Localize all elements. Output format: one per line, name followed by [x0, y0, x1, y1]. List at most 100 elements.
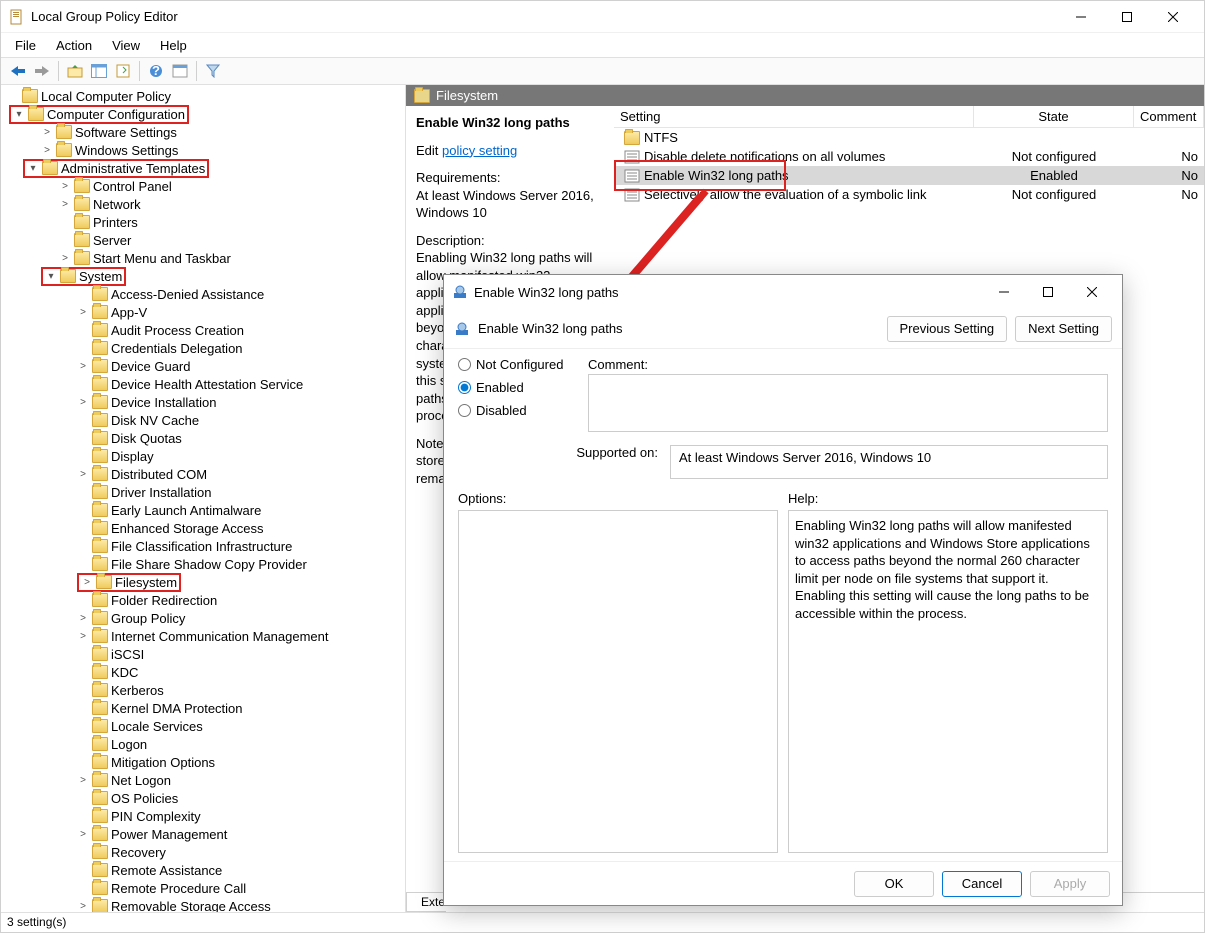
- tree-item-access-denied-assistance[interactable]: Access-Denied Assistance: [1, 285, 405, 303]
- help-label: Help:: [788, 491, 1108, 506]
- tree-item-internet-communication-management[interactable]: >Internet Communication Management: [1, 627, 405, 645]
- tree-item-group-policy[interactable]: >Group Policy: [1, 609, 405, 627]
- policy-tree[interactable]: Local Computer Policy▾Computer Configura…: [1, 85, 406, 912]
- tree-item-mitigation-options[interactable]: Mitigation Options: [1, 753, 405, 771]
- radio-enabled[interactable]: Enabled: [458, 380, 568, 395]
- ok-button[interactable]: OK: [854, 871, 934, 897]
- tree-item-disk-quotas[interactable]: Disk Quotas: [1, 429, 405, 447]
- tree-item-kerberos[interactable]: Kerberos: [1, 681, 405, 699]
- setting-icon: [624, 150, 640, 164]
- tree-item-locale-services[interactable]: Locale Services: [1, 717, 405, 735]
- help-button[interactable]: ?: [145, 60, 167, 82]
- folder-icon: [92, 539, 108, 553]
- cancel-button[interactable]: Cancel: [942, 871, 1022, 897]
- tree-item-start-menu-and-taskbar[interactable]: >Start Menu and Taskbar: [1, 249, 405, 267]
- col-state[interactable]: State: [974, 106, 1134, 127]
- tree-item-distributed-com[interactable]: >Distributed COM: [1, 465, 405, 483]
- properties-button[interactable]: [169, 60, 191, 82]
- tree-item-os-policies[interactable]: OS Policies: [1, 789, 405, 807]
- tree-item-net-logon[interactable]: >Net Logon: [1, 771, 405, 789]
- policy-setting-link[interactable]: policy setting: [442, 143, 517, 158]
- help-box: Enabling Win32 long paths will allow man…: [788, 510, 1108, 853]
- tree-item-control-panel[interactable]: >Control Panel: [1, 177, 405, 195]
- tree-system[interactable]: ▾System: [1, 267, 405, 285]
- radio-not-configured[interactable]: Not Configured: [458, 357, 568, 372]
- tree-item-network[interactable]: >Network: [1, 195, 405, 213]
- up-button[interactable]: [64, 60, 86, 82]
- folder-icon: [92, 593, 108, 607]
- tree-item-iscsi[interactable]: iSCSI: [1, 645, 405, 663]
- tree-software[interactable]: >Software Settings: [1, 123, 405, 141]
- main-window: Local Group Policy Editor File Action Vi…: [0, 0, 1205, 933]
- tree-item-kdc[interactable]: KDC: [1, 663, 405, 681]
- tree-item-removable-storage-access[interactable]: >Removable Storage Access: [1, 897, 405, 912]
- tree-item-device-installation[interactable]: >Device Installation: [1, 393, 405, 411]
- export-button[interactable]: [112, 60, 134, 82]
- col-comment[interactable]: Comment: [1134, 106, 1204, 127]
- show-hide-tree-button[interactable]: [88, 60, 110, 82]
- detail-title: Enable Win32 long paths: [416, 114, 604, 132]
- tree-item-recovery[interactable]: Recovery: [1, 843, 405, 861]
- tree-item-power-management[interactable]: >Power Management: [1, 825, 405, 843]
- list-row[interactable]: Enable Win32 long pathsEnabledNo: [614, 166, 1204, 185]
- radio-disabled[interactable]: Disabled: [458, 403, 568, 418]
- tree-item-remote-procedure-call[interactable]: Remote Procedure Call: [1, 879, 405, 897]
- tree-item-display[interactable]: Display: [1, 447, 405, 465]
- folder-icon: [624, 131, 640, 145]
- tree-item-driver-installation[interactable]: Driver Installation: [1, 483, 405, 501]
- tree-admin-templates[interactable]: ▾Administrative Templates: [1, 159, 405, 177]
- tree-item-audit-process-creation[interactable]: Audit Process Creation: [1, 321, 405, 339]
- path-header-label: Filesystem: [436, 88, 498, 103]
- filter-button[interactable]: [202, 60, 224, 82]
- menu-help[interactable]: Help: [150, 35, 197, 56]
- list-row[interactable]: Selectively allow the evaluation of a sy…: [614, 185, 1204, 204]
- next-setting-button[interactable]: Next Setting: [1015, 316, 1112, 342]
- apply-button[interactable]: Apply: [1030, 871, 1110, 897]
- close-button[interactable]: [1150, 1, 1196, 33]
- tree-item-enhanced-storage-access[interactable]: Enhanced Storage Access: [1, 519, 405, 537]
- tree-item-early-launch-antimalware[interactable]: Early Launch Antimalware: [1, 501, 405, 519]
- forward-button[interactable]: [31, 60, 53, 82]
- tree-item-device-guard[interactable]: >Device Guard: [1, 357, 405, 375]
- menubar: File Action View Help: [1, 33, 1204, 57]
- dialog-minimize[interactable]: [982, 277, 1026, 307]
- tree-item-device-health-attestation-service[interactable]: Device Health Attestation Service: [1, 375, 405, 393]
- folder-icon: [92, 431, 108, 445]
- maximize-button[interactable]: [1104, 1, 1150, 33]
- tree-item-server[interactable]: Server: [1, 231, 405, 249]
- minimize-button[interactable]: [1058, 1, 1104, 33]
- options-label: Options:: [458, 491, 778, 506]
- menu-view[interactable]: View: [102, 35, 150, 56]
- tree-item-credentials-delegation[interactable]: Credentials Delegation: [1, 339, 405, 357]
- comment-textarea[interactable]: [588, 374, 1108, 432]
- menu-action[interactable]: Action: [46, 35, 102, 56]
- tree-item-file-classification-infrastructure[interactable]: File Classification Infrastructure: [1, 537, 405, 555]
- tree-item-kernel-dma-protection[interactable]: Kernel DMA Protection: [1, 699, 405, 717]
- list-row[interactable]: Disable delete notifications on all volu…: [614, 147, 1204, 166]
- tree-item-filesystem[interactable]: >Filesystem: [1, 573, 405, 591]
- folder-icon: [92, 755, 108, 769]
- list-row[interactable]: NTFS: [614, 128, 1204, 147]
- menu-file[interactable]: File: [5, 35, 46, 56]
- col-setting[interactable]: Setting: [614, 106, 974, 127]
- supported-label: Supported on:: [458, 445, 658, 460]
- dialog-close[interactable]: [1070, 277, 1114, 307]
- tree-computer-config[interactable]: ▾Computer Configuration: [1, 105, 405, 123]
- tree-item-folder-redirection[interactable]: Folder Redirection: [1, 591, 405, 609]
- folder-icon: [92, 809, 108, 823]
- tree-root[interactable]: Local Computer Policy: [1, 87, 405, 105]
- tree-item-printers[interactable]: Printers: [1, 213, 405, 231]
- tree-item-disk-nv-cache[interactable]: Disk NV Cache: [1, 411, 405, 429]
- tree-windows[interactable]: >Windows Settings: [1, 141, 405, 159]
- list-header: Setting State Comment: [614, 106, 1204, 128]
- back-button[interactable]: [7, 60, 29, 82]
- previous-setting-button[interactable]: Previous Setting: [887, 316, 1008, 342]
- tree-item-app-v[interactable]: >App-V: [1, 303, 405, 321]
- tree-item-logon[interactable]: Logon: [1, 735, 405, 753]
- folder-icon: [92, 503, 108, 517]
- tree-item-remote-assistance[interactable]: Remote Assistance: [1, 861, 405, 879]
- tab-extended[interactable]: Extended: [406, 893, 446, 912]
- tree-item-file-share-shadow-copy-provider[interactable]: File Share Shadow Copy Provider: [1, 555, 405, 573]
- dialog-maximize[interactable]: [1026, 277, 1070, 307]
- tree-item-pin-complexity[interactable]: PIN Complexity: [1, 807, 405, 825]
